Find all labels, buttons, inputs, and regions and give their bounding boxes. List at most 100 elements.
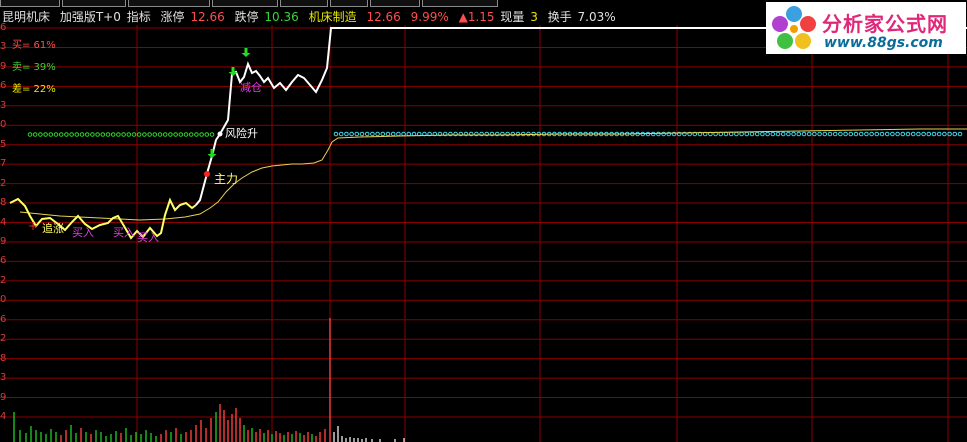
level-dot [900, 131, 906, 137]
site-logo[interactable]: 分析家公式网 www.88gs.com [766, 2, 966, 54]
y-axis-label: 0 [0, 294, 7, 306]
level-dot [162, 132, 168, 137]
level-dot [775, 131, 781, 137]
annotation-chase-up: 追涨 [42, 221, 64, 235]
level-dot [209, 132, 215, 137]
level-dot [661, 131, 666, 137]
level-dot [926, 131, 932, 137]
level-dot [79, 132, 85, 137]
chart-stage[interactable]: 昆明机床 加强版T+0 指标 涨停 12.66 跌停 10.36 机床制造 12… [0, 0, 967, 442]
y-axis-label: 6 [0, 255, 7, 267]
level-dot [69, 132, 74, 137]
level-dot [650, 131, 656, 137]
intraday-chart[interactable]: + 追涨 买入 买入 买入 主力 风险升 减仓 [0, 0, 967, 442]
level-dot [142, 132, 147, 137]
annotation-reduce: 减仓 [240, 80, 262, 94]
level-dot [770, 131, 776, 137]
level-dot [728, 131, 734, 137]
level-dot [74, 132, 80, 137]
level-dot [879, 131, 885, 137]
level-dot [890, 131, 895, 137]
level-dot [848, 131, 854, 137]
level-dot [27, 132, 33, 137]
level-dot [910, 131, 916, 137]
level-dot [916, 131, 921, 137]
logo-url: www.88gs.com [824, 35, 943, 51]
level-dot [64, 132, 69, 137]
level-dot [806, 131, 812, 137]
level-dot [656, 131, 661, 137]
level-dot [32, 132, 38, 137]
y-axis-label: 7 [0, 158, 7, 170]
volume-bars [13, 318, 405, 442]
buy-signal-dot [204, 171, 210, 177]
level-dot [90, 132, 95, 137]
price-line [195, 27, 967, 206]
signal-markers: + [28, 48, 251, 233]
level-dot [520, 131, 526, 137]
y-axis-label: 6 [0, 313, 7, 325]
level-dot [126, 132, 132, 137]
level-dot [760, 131, 765, 137]
level-dot [375, 131, 380, 137]
level-dot [359, 131, 365, 137]
sell-ratio: 卖= 39% [12, 62, 56, 73]
level-dot [744, 131, 750, 137]
y-axis-label: 3 [0, 372, 7, 384]
level-dot [905, 131, 911, 137]
annotation-main-force: 主力 [214, 172, 238, 186]
average-price-line [19, 128, 967, 221]
level-dot [853, 131, 859, 137]
y-axis-label: 5 [0, 138, 7, 150]
level-dot [338, 131, 344, 137]
diff-ratio: 差= 22% [12, 84, 56, 95]
annotation-buy-2: 买入 [113, 226, 135, 239]
sell-signal-arrow-icon [207, 149, 217, 158]
level-dot [812, 131, 817, 137]
level-dot [921, 131, 926, 137]
level-dot [38, 132, 43, 137]
level-dot [147, 132, 152, 137]
level-dot [396, 131, 401, 137]
level-dot [100, 132, 106, 137]
y-axis-label: 8 [0, 352, 7, 364]
level-dot [152, 132, 158, 137]
y-axis-label: 0 [0, 119, 7, 131]
level-dot [48, 132, 54, 137]
level-dot [199, 132, 204, 137]
level-dot [526, 131, 531, 137]
level-dot [936, 131, 942, 137]
level-dot [58, 132, 64, 137]
level-dot [931, 131, 937, 137]
y-axis-label: 8 [0, 197, 7, 209]
buy-signal-plus-icon: + [28, 219, 38, 233]
y-axis-label: 9 [0, 235, 7, 247]
level-dot [754, 131, 760, 137]
buy-ratio: 买= 61% [12, 40, 56, 51]
level-dot [385, 131, 391, 137]
level-dot [121, 132, 126, 137]
annotation-buy-1: 买入 [72, 226, 94, 239]
y-axis-label: 3 [0, 41, 7, 53]
level-dot [110, 132, 116, 137]
level-dot [858, 131, 864, 137]
risk-signal-dot [217, 131, 223, 137]
y-axis-label: 2 [0, 177, 7, 189]
level-dot [942, 131, 947, 137]
level-dot [188, 132, 194, 137]
level-dot [194, 132, 199, 137]
sell-signal-arrow-icon [241, 48, 251, 57]
level-dot [333, 131, 339, 137]
level-dot [822, 131, 828, 137]
level-dot [183, 132, 189, 137]
level-dot [843, 131, 848, 137]
level-dot [370, 131, 375, 137]
level-dot [832, 131, 838, 137]
level-dot [749, 131, 755, 137]
level-dot [344, 131, 349, 137]
level-dot [796, 131, 802, 137]
dotted-level-green [27, 132, 215, 137]
y-axis-label: 6 [0, 80, 7, 92]
level-dot [84, 132, 90, 137]
level-dot [116, 132, 121, 137]
